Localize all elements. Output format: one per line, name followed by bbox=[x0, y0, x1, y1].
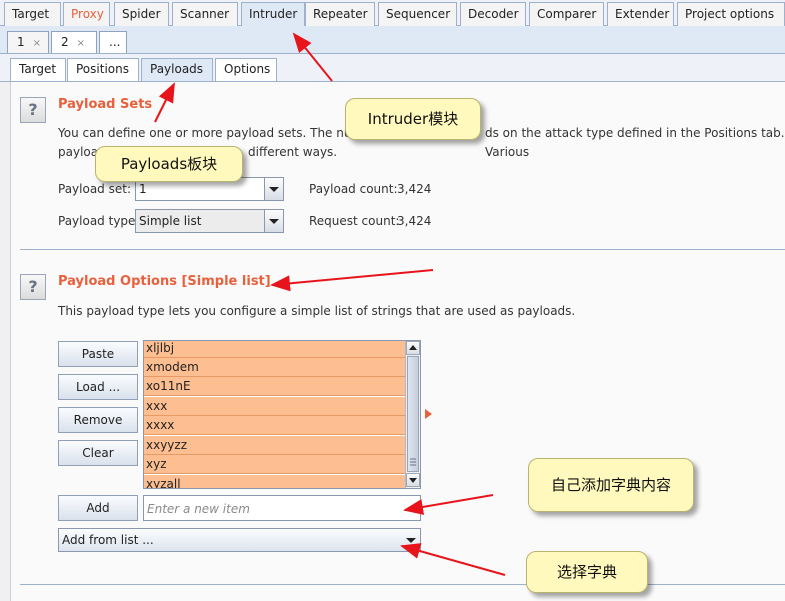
arrow-to-new-item-input bbox=[403, 494, 494, 515]
arrow-to-intruder-tab bbox=[292, 32, 333, 82]
arrow-to-payloads-tab bbox=[154, 82, 175, 123]
annotation-arrows bbox=[154, 32, 506, 576]
arrow-to-payload-options bbox=[270, 269, 434, 292]
arrow-to-add-from-list bbox=[400, 543, 506, 576]
